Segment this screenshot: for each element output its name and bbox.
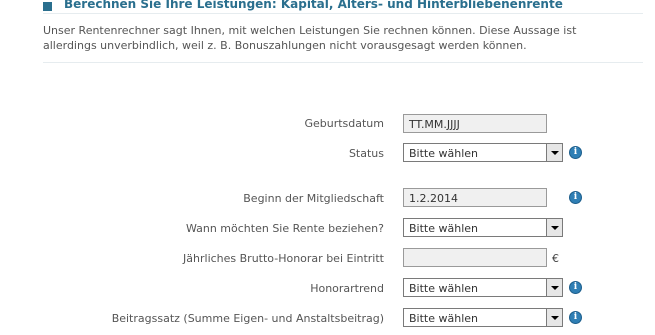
chevron-down-icon[interactable] [546, 279, 562, 296]
contribution-rate-select-value: Bitte wählen [409, 312, 478, 325]
chevron-down-icon[interactable] [546, 309, 562, 326]
membership-start-input[interactable]: 1.2.2014 [403, 188, 547, 207]
info-icon[interactable]: i [569, 281, 582, 294]
divider [43, 13, 643, 14]
status-select-value: Bitte wählen [409, 147, 478, 160]
currency-symbol: € [552, 252, 559, 265]
chevron-down-icon[interactable] [546, 144, 562, 161]
birthdate-input[interactable]: TT.MM.JJJJ [403, 114, 547, 133]
status-select[interactable]: Bitte wählen [403, 143, 563, 162]
divider [43, 62, 643, 63]
birthdate-label: Geburtsdatum [304, 117, 384, 130]
membership-start-label: Beginn der Mitgliedschaft [243, 192, 384, 205]
contribution-rate-label: Beitragssatz (Summe Eigen- und Anstaltsb… [111, 312, 384, 325]
info-icon[interactable]: i [569, 311, 582, 324]
info-icon[interactable]: i [569, 146, 582, 159]
annual-fee-input[interactable] [403, 248, 547, 267]
intro-text: Unser Rentenrechner sagt Ihnen, mit welc… [43, 24, 577, 52]
pension-start-label: Wann möchten Sie Rente beziehen? [185, 222, 384, 235]
fee-trend-select[interactable]: Bitte wählen [403, 278, 563, 297]
fee-trend-select-value: Bitte wählen [409, 282, 478, 295]
status-label: Status [348, 147, 384, 160]
info-icon[interactable]: i [569, 191, 582, 204]
pension-start-select-value: Bitte wählen [409, 222, 478, 235]
header-square-icon [43, 2, 52, 11]
chevron-down-icon[interactable] [546, 219, 562, 236]
annual-fee-label: Jährliches Brutto-Honorar bei Eintritt [183, 252, 384, 265]
contribution-rate-select[interactable]: Bitte wählen [403, 308, 563, 327]
section-title: Berechnen Sie Ihre Leistungen: Kapital, … [64, 0, 563, 11]
pension-start-select[interactable]: Bitte wählen [403, 218, 563, 237]
fee-trend-label: Honorartrend [310, 282, 384, 295]
